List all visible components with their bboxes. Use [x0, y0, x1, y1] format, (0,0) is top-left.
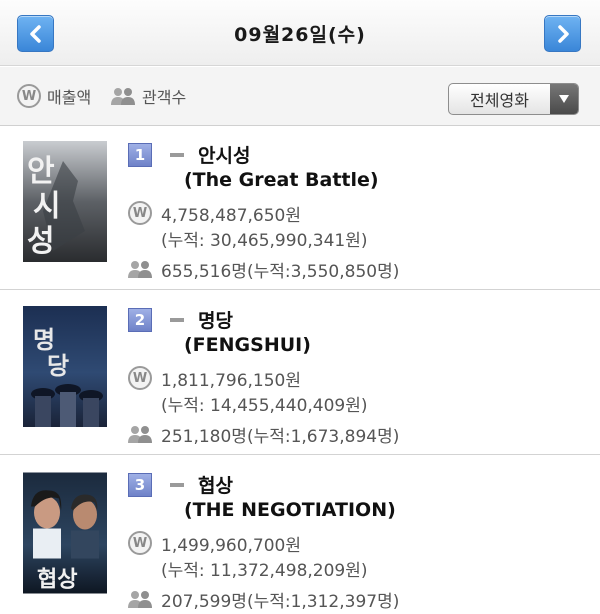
audience-count: 207,599명(누적:1,312,397명): [161, 592, 400, 612]
movie-title-korean: 협상: [198, 475, 233, 497]
rank-unchanged-icon: [170, 318, 184, 322]
movie-title-english: (The Great Battle): [184, 169, 379, 191]
daily-sales: 4,758,487,650원: [161, 206, 302, 226]
svg-text:협상: 협상: [37, 568, 77, 593]
movie-title-korean: 명당: [198, 310, 233, 332]
dropdown-arrow-icon: [550, 84, 578, 114]
svg-text:시: 시: [33, 189, 61, 224]
movie-row[interactable]: 협상 3 협상 (THE NEGOTIATION) W 1,499,960,70…: [0, 457, 600, 614]
movie-filter-value: 전체영화: [470, 91, 529, 110]
audience-legend: 관객수: [110, 84, 186, 108]
movie-poster: 안 시 성: [23, 141, 107, 262]
movie-row[interactable]: 안 시 성 1 안시성 (The Great Battle) W 4,758,4…: [0, 127, 600, 290]
next-day-button[interactable]: [544, 15, 581, 52]
svg-text:명: 명: [33, 325, 55, 354]
cumulative-sales: (누적: 30,465,990,341원): [161, 231, 368, 251]
svg-text:안: 안: [27, 154, 55, 189]
sales-legend-label: 매출액: [47, 88, 92, 107]
rank-unchanged-icon: [170, 153, 184, 157]
movie-title-english: (THE NEGOTIATION): [184, 499, 396, 521]
won-icon: W: [128, 366, 152, 390]
won-icon: W: [128, 201, 152, 225]
daily-sales: 1,499,960,700원: [161, 536, 302, 556]
sales-legend: W 매출액: [17, 84, 91, 108]
rank-unchanged-icon: [170, 483, 184, 487]
cumulative-sales: (누적: 14,455,440,409원): [161, 396, 368, 416]
movie-title-korean: 안시성: [198, 145, 251, 167]
audience-legend-label: 관객수: [142, 88, 187, 107]
rank-badge: 3: [128, 473, 152, 497]
daily-sales: 1,811,796,150원: [161, 371, 302, 391]
movie-title-english: (FENGSHUI): [184, 334, 311, 356]
cumulative-sales: (누적: 11,372,498,209원): [161, 561, 368, 581]
filter-bar: W 매출액 관객수 전체영화: [0, 67, 600, 126]
rank-badge: 1: [128, 143, 152, 167]
date-title: 09월26일(수): [234, 24, 366, 46]
svg-text:당: 당: [47, 351, 69, 380]
movie-poster: 명 당: [23, 306, 107, 427]
chevron-right-icon: [557, 24, 569, 43]
movie-poster: 협상: [23, 472, 107, 594]
audience-count: 251,180명(누적:1,673,894명): [161, 427, 400, 447]
people-icon: [128, 426, 152, 443]
rank-badge: 2: [128, 308, 152, 332]
movie-row[interactable]: 명 당 2 명당 (FENGSHUI) W 1,811,796,150원 (누적…: [0, 292, 600, 455]
date-header: 09월26일(수): [0, 0, 600, 66]
won-icon: W: [128, 531, 152, 555]
audience-count: 655,516명(누적:3,550,850명): [161, 262, 400, 282]
people-icon: [111, 88, 135, 105]
svg-text:성: 성: [27, 224, 55, 259]
won-icon: W: [17, 84, 41, 108]
people-icon: [128, 261, 152, 278]
people-icon: [128, 591, 152, 608]
movie-filter-select[interactable]: 전체영화: [448, 83, 579, 115]
